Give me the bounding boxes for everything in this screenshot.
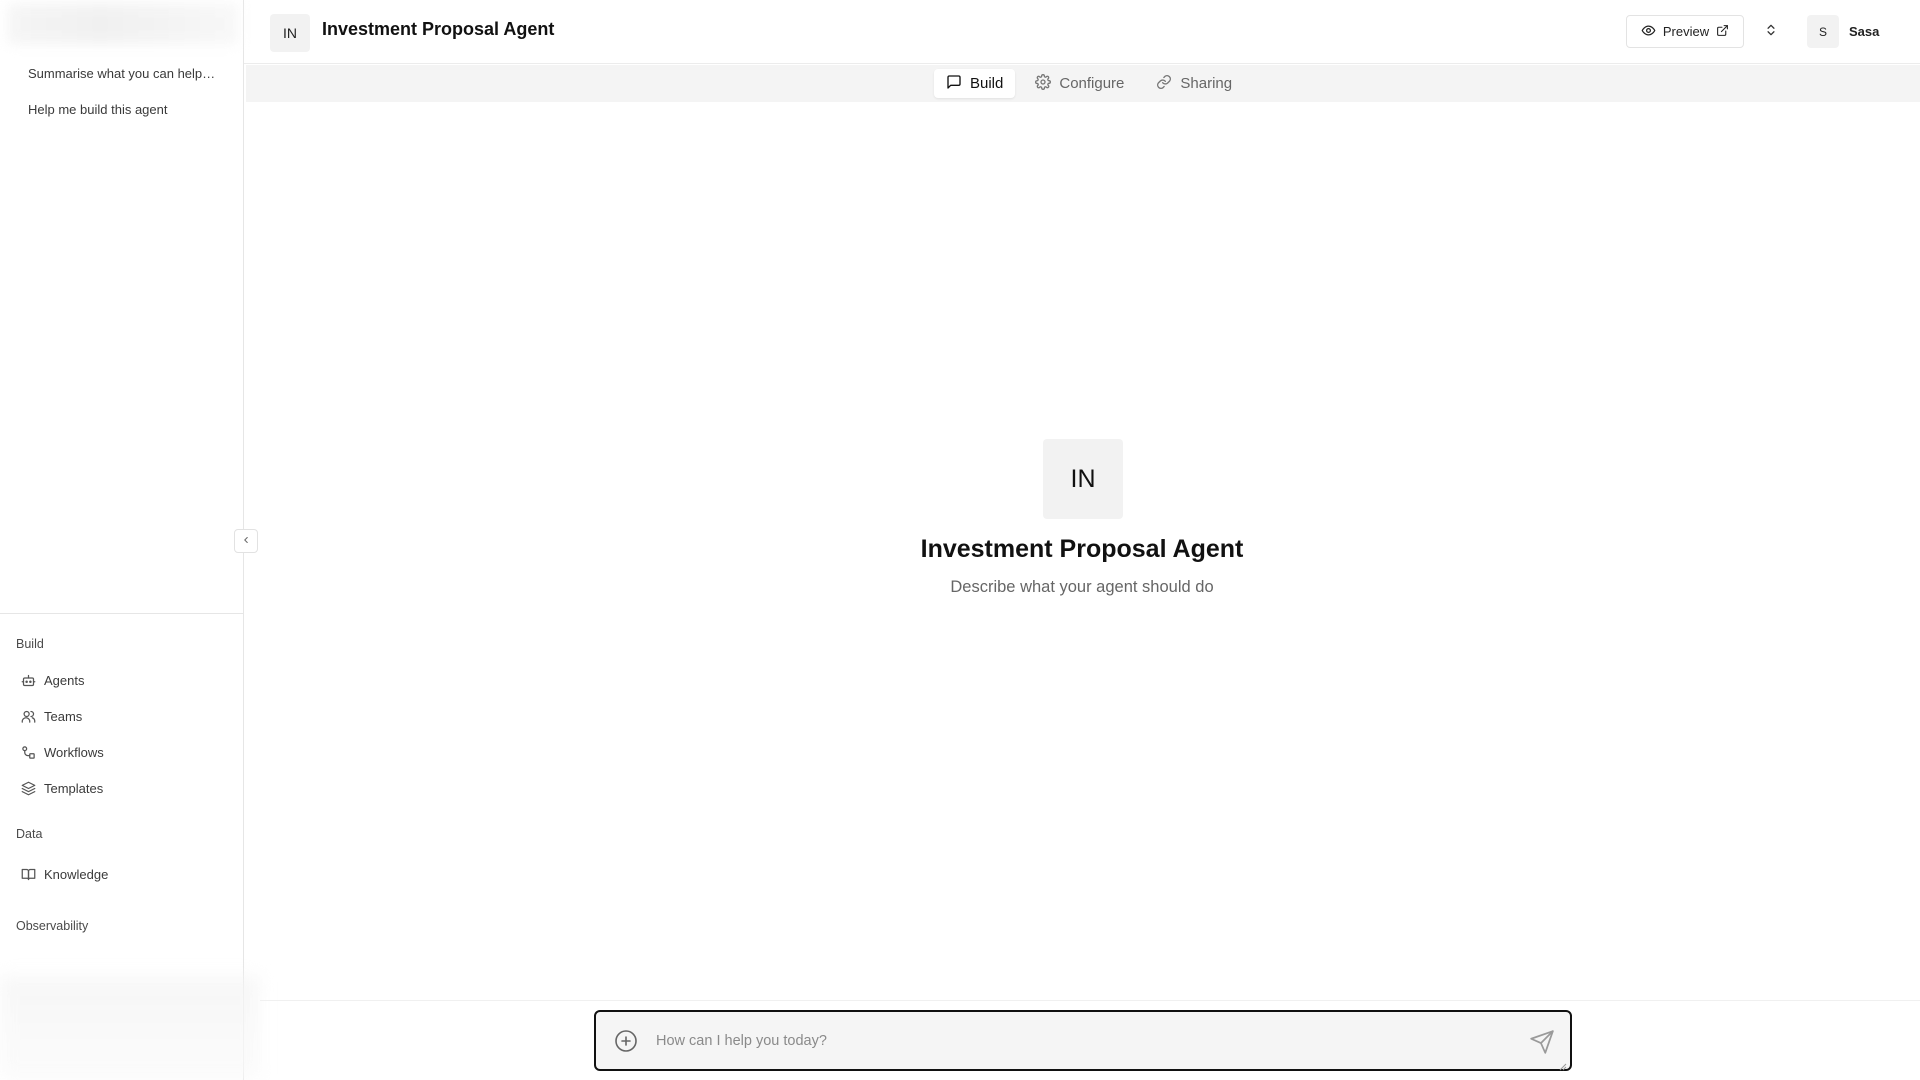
tab-list: Build Configure Sharing — [934, 69, 1244, 98]
sidebar-nav: Build Agents Teams Workflows Templates D… — [0, 634, 244, 936]
eye-icon — [1641, 23, 1656, 41]
resize-grip-icon[interactable] — [1559, 1058, 1567, 1071]
collapse-sidebar-button[interactable] — [234, 529, 258, 553]
sidebar-item-agents[interactable]: Agents — [0, 662, 244, 698]
sidebar-item-label: Knowledge — [44, 866, 109, 882]
tab-configure[interactable]: Configure — [1023, 69, 1136, 98]
tab-sharing[interactable]: Sharing — [1144, 69, 1244, 98]
robot-icon — [20, 672, 36, 688]
sidebar-divider — [0, 613, 244, 614]
message-composer — [594, 1010, 1572, 1071]
sidebar-item-label: Workflows — [44, 744, 104, 760]
message-input[interactable] — [656, 1026, 1476, 1056]
agent-avatar: IN — [270, 14, 310, 52]
tab-build[interactable]: Build — [934, 69, 1016, 98]
chat-history-item[interactable]: Summarise what you can help ... — [0, 60, 244, 96]
agent-description: Describe what your agent should do — [950, 578, 1214, 596]
chevrons-up-down-icon — [1764, 23, 1778, 42]
message-square-icon — [946, 74, 962, 94]
send-button[interactable] — [1529, 1029, 1555, 1055]
section-title-data: Data — [16, 827, 43, 841]
section-title-build: Build — [16, 637, 44, 651]
chat-history-list: Summarise what you can help ... Help me … — [0, 60, 244, 132]
expand-toggle-button[interactable] — [1758, 19, 1784, 45]
user-avatar[interactable]: S — [1807, 15, 1839, 48]
page-title: Investment Proposal Agent — [322, 19, 555, 39]
section-title-observability: Observability — [16, 919, 89, 933]
sidebar-item-label: Agents — [44, 672, 85, 688]
chat-history-item[interactable]: Help me build this agent — [0, 96, 244, 132]
gear-icon — [1035, 73, 1052, 94]
tab-label: Configure — [1059, 75, 1125, 92]
workflow-icon — [20, 744, 36, 760]
sidebar-header-blurred — [8, 4, 238, 44]
sidebar-item-teams[interactable]: Teams — [0, 698, 244, 734]
sidebar-item-workflows[interactable]: Workflows — [0, 734, 244, 770]
sidebar-item-templates[interactable]: Templates — [0, 770, 244, 806]
tab-label: Build — [970, 75, 1004, 92]
user-name[interactable]: Sasa — [1849, 24, 1879, 39]
agent-name-heading: Investment Proposal Agent — [920, 535, 1244, 563]
tab-bar: Build Configure Sharing — [246, 65, 1920, 102]
layers-icon — [20, 780, 36, 796]
agent-avatar-large: IN — [1043, 439, 1123, 519]
sidebar-item-knowledge[interactable]: Knowledge — [0, 856, 244, 892]
link-icon — [1156, 74, 1172, 94]
tab-label: Sharing — [1180, 75, 1233, 92]
preview-button[interactable]: Preview — [1626, 15, 1744, 48]
add-attachment-button[interactable] — [614, 1029, 638, 1053]
top-header: IN Investment Proposal Agent Preview S S… — [244, 0, 1920, 64]
sidebar: Summarise what you can help ... Help me … — [0, 0, 260, 1080]
sidebar-item-label: Templates — [44, 780, 104, 796]
chevron-left-icon — [241, 532, 251, 550]
users-icon — [20, 708, 36, 724]
sidebar-item-label: Teams — [44, 708, 83, 724]
sidebar-footer-blurred — [0, 976, 260, 1080]
external-link-icon — [1716, 24, 1729, 40]
book-icon — [20, 866, 36, 882]
composer-divider — [260, 1000, 1920, 1001]
preview-label: Preview — [1662, 24, 1710, 39]
